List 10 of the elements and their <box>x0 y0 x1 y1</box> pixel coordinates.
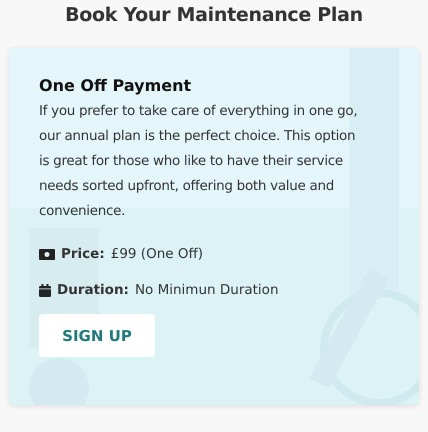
money-icon <box>39 248 55 260</box>
page-title: Book Your Maintenance Plan <box>65 4 363 26</box>
detail-value: No Minimun Duration <box>134 282 278 298</box>
plan-description: If you prefer to take care of everything in one go, our annual plan is the perfect choice. This option is great for those who like to have their service needs sorted upfront, offering both value and convenience. <box>39 102 358 221</box>
detail-label: Duration: <box>57 282 129 298</box>
detail-label: Price: <box>61 246 105 262</box>
sign-up-button[interactable]: SIGN UP <box>39 314 155 357</box>
detail-value: £99 (One Off) <box>110 246 204 262</box>
plan-heading: One Off Payment <box>39 76 192 95</box>
calendar-icon <box>39 284 51 296</box>
